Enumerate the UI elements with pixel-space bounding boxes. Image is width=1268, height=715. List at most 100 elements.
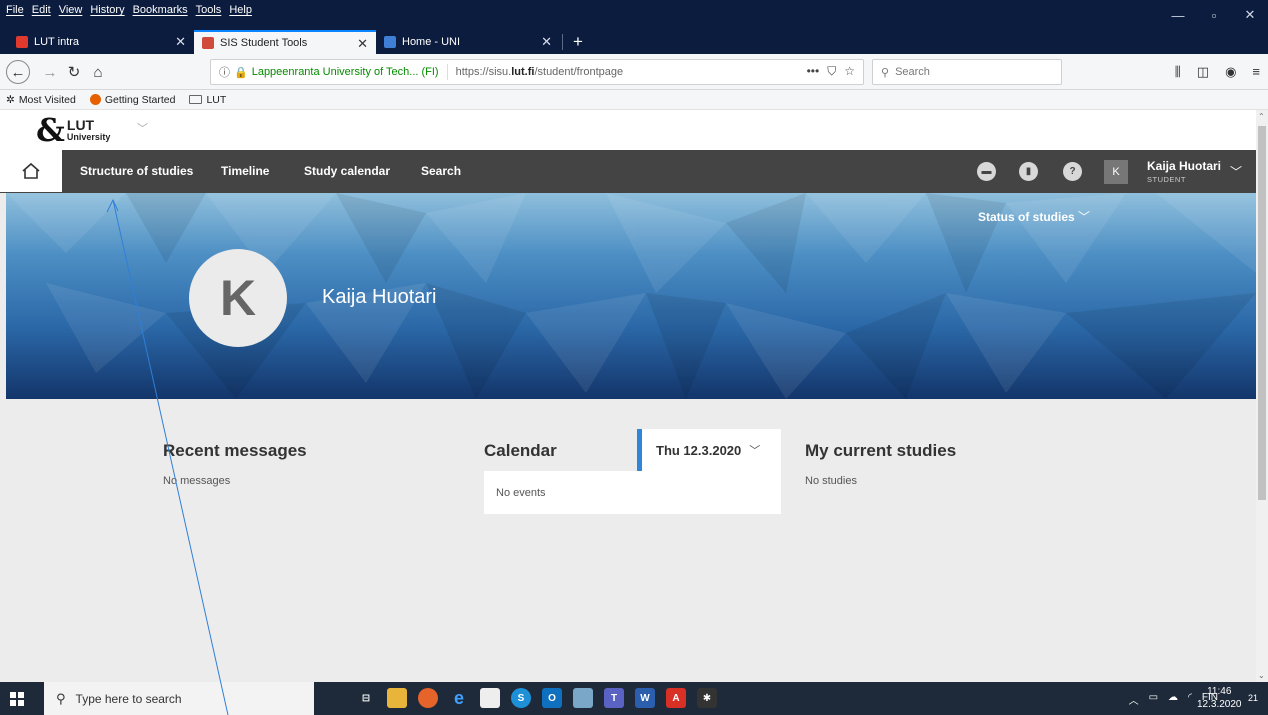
close-tab-icon[interactable]: ✕ [357, 36, 368, 52]
home-nav-button[interactable] [0, 150, 62, 193]
acrobat-icon[interactable]: A [666, 688, 686, 708]
nav-study-calendar[interactable]: Study calendar [304, 164, 390, 178]
close-tab-icon[interactable]: ✕ [175, 34, 186, 50]
nav-search[interactable]: Search [421, 164, 461, 178]
user-menu-chevron-icon[interactable]: ﹀ [1230, 163, 1242, 180]
battery-icon[interactable]: ▭ [1149, 692, 1158, 707]
page-actions-icon[interactable]: ••• [807, 64, 820, 79]
taskbar-search-box[interactable]: ⚲ Type here to search [44, 682, 314, 715]
tab-separator [562, 34, 563, 50]
calendar-date-value: Thu 12.3.2020 [656, 442, 742, 458]
bookmark-lut-folder[interactable]: LUT [189, 94, 226, 106]
teams-icon[interactable]: T [604, 688, 624, 708]
edge-icon[interactable]: e [449, 688, 469, 708]
tab-label: SIS Student Tools [220, 37, 308, 49]
forward-arrow-icon[interactable]: → [38, 60, 62, 84]
info-icon[interactable]: ⓘ [219, 64, 230, 80]
address-bar[interactable]: ⓘ 🔒 Lappeenranta University of Tech... (… [210, 59, 864, 85]
firefox-taskbar-icon[interactable] [418, 688, 438, 708]
url-separator [446, 64, 448, 80]
user-avatar[interactable]: K [1104, 160, 1128, 184]
bookmark-star-icon[interactable]: ☆ [844, 64, 855, 79]
menu-view[interactable]: View [59, 4, 83, 16]
url-suffix: /student/frontpage [534, 66, 624, 78]
lut-logo[interactable]: & LUT University [36, 114, 110, 146]
toolbar-right-icons: ⫼ ◫ ◉ ≡ [1175, 64, 1260, 80]
menu-edit[interactable]: Edit [32, 4, 51, 16]
notification-center-icon[interactable]: 21 [1248, 690, 1258, 704]
page-scrollbar[interactable]: ⌃ ⌄ [1256, 110, 1268, 682]
windows-start-icon[interactable] [6, 688, 28, 710]
notes-icon[interactable]: ▮ [1019, 162, 1038, 181]
menu-tools[interactable]: Tools [196, 4, 222, 16]
close-tab-icon[interactable]: ✕ [541, 34, 552, 50]
bookmark-most-visited[interactable]: ✲ Most Visited [6, 94, 76, 106]
outlook-icon[interactable]: O [542, 688, 562, 708]
messages-empty-text: No messages [163, 475, 231, 487]
tab-label: Home - UNI [402, 36, 461, 48]
tab-sis-student-tools[interactable]: SIS Student Tools ✕ [194, 30, 376, 54]
window-title-bar: File Edit View History Bookmarks Tools H… [0, 0, 1268, 30]
tab-lut-intra[interactable]: LUT intra ✕ [8, 30, 194, 54]
help-icon[interactable]: ? [1063, 162, 1082, 181]
file-explorer-icon[interactable] [387, 688, 407, 708]
messages-icon[interactable]: ▬ [977, 162, 996, 181]
tab-home-uni[interactable]: Home - UNI ✕ [376, 30, 560, 54]
wifi-icon[interactable]: ◜ [1188, 692, 1192, 707]
restore-button[interactable]: ▫ [1196, 0, 1232, 30]
bookmark-getting-started[interactable]: Getting Started [89, 94, 175, 106]
hamburger-menu-icon[interactable]: ≡ [1252, 64, 1260, 80]
cloud-icon[interactable]: ☁ [1168, 692, 1178, 707]
minimize-button[interactable]: — [1160, 0, 1196, 30]
account-icon[interactable]: ◉ [1225, 64, 1236, 80]
skype-icon[interactable]: S [511, 688, 531, 708]
back-arrow-icon[interactable]: ← [6, 60, 30, 84]
task-view-icon[interactable]: ⊟ [356, 688, 376, 708]
calendar-date-select[interactable]: Thu 12.3.2020 ﹀ [637, 429, 781, 471]
status-of-studies-dropdown[interactable]: Status of studies ﹀ [978, 208, 1090, 225]
lut-favicon-icon [16, 36, 28, 48]
chevron-up-icon[interactable]: ︿ [1129, 692, 1139, 707]
library-icon[interactable]: ⫼ [1175, 64, 1181, 80]
app-icon[interactable] [573, 688, 593, 708]
nav-timeline[interactable]: Timeline [221, 164, 269, 178]
user-role: STUDENT [1147, 175, 1186, 184]
chevron-down-icon: ﹀ [1078, 210, 1091, 224]
nav-structure-of-studies[interactable]: Structure of studies [80, 164, 193, 178]
scroll-down-icon[interactable]: ⌄ [1258, 671, 1265, 680]
menu-bookmarks[interactable]: Bookmarks [133, 4, 188, 16]
word-icon[interactable]: W [635, 688, 655, 708]
user-name[interactable]: Kaija Huotari [1147, 159, 1221, 173]
store-icon[interactable] [480, 688, 500, 708]
reload-icon[interactable]: ↻ [62, 60, 86, 84]
pocket-icon[interactable]: ⛉ [827, 64, 836, 79]
chevron-down-icon[interactable]: ﹀ [137, 120, 148, 136]
search-bar[interactable]: ⚲ Search [872, 59, 1062, 85]
scrollbar-thumb[interactable] [1258, 126, 1266, 500]
calendar-empty-text: No events [496, 487, 546, 499]
recent-messages-title: Recent messages [163, 441, 307, 460]
uni-favicon-icon [384, 36, 396, 48]
menu-history[interactable]: History [90, 4, 124, 16]
menu-help[interactable]: Help [229, 4, 252, 16]
lock-icon: 🔒 [234, 66, 248, 79]
tab-label: LUT intra [34, 36, 80, 48]
clock-time: 11:46 [1207, 686, 1232, 697]
bookmark-label: LUT [206, 93, 227, 106]
menu-file[interactable]: File [6, 4, 24, 16]
new-tab-icon[interactable]: + [568, 31, 588, 53]
close-window-button[interactable]: ✕ [1232, 0, 1268, 30]
url-text[interactable]: https://sisu.lut.fi/student/frontpage [456, 66, 624, 78]
tab-strip: LUT intra ✕ SIS Student Tools ✕ Home - U… [0, 30, 1268, 54]
profile-hero-banner: Status of studies ﹀ K Kaija Huotari [6, 193, 1256, 399]
profile-avatar: K [189, 249, 287, 347]
sidebar-icon[interactable]: ◫ [1197, 64, 1209, 80]
studies-empty-text: No studies [805, 475, 857, 487]
windows-taskbar: ⚲ Type here to search ⊟ e S O T W A ✱ ︿ … [0, 682, 1268, 715]
scroll-up-icon[interactable]: ⌃ [1258, 112, 1265, 121]
taskbar-clock[interactable]: 11:46 12.3.2020 [1197, 685, 1242, 711]
site-identity[interactable]: Lappeenranta University of Tech... (FI) [252, 66, 439, 78]
paint-icon[interactable]: ✱ [697, 688, 717, 708]
home-icon[interactable]: ⌂ [86, 60, 110, 84]
window-controls: — ▫ ✕ [1160, 0, 1268, 30]
